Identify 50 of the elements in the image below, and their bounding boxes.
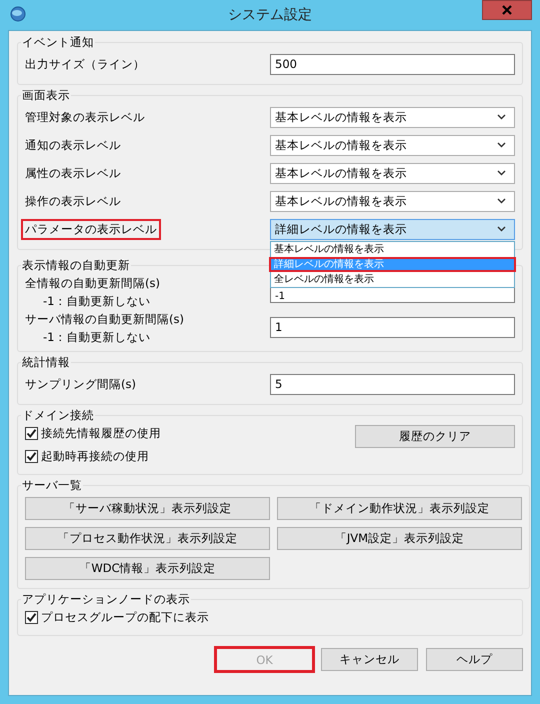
close-icon (502, 5, 512, 15)
dropdown[interactable]: 基本レベルの情報を表示 (270, 190, 515, 212)
field-label: サーバ情報の自動更新間隔(s) (24, 311, 185, 328)
field-label: 管理対象の表示レベル (24, 108, 146, 126)
group-title: アプリケーションノードの表示 (21, 592, 191, 607)
checkbox[interactable]: プロセスグループの配下に表示 (25, 610, 209, 625)
field-note: -1：自動更新しない (42, 330, 152, 345)
column-settings-button[interactable]: 「プロセス動作状況」表示列設定 (25, 527, 270, 550)
column-settings-button[interactable]: 「WDC情報」表示列設定 (25, 557, 270, 580)
dropdown-option[interactable]: 基本レベルの情報を表示 (269, 242, 516, 256)
column-settings-button[interactable]: 「ドメイン動作状況」表示列設定 (277, 497, 522, 520)
input-field[interactable]: 500 (270, 54, 515, 74)
group-title: ドメイン接続 (21, 408, 95, 423)
window-title: システム設定 (228, 6, 312, 24)
dialog-button[interactable]: キャンセル (321, 648, 418, 671)
field-label: 全情報の自動更新間隔(s) (24, 275, 161, 292)
field-label: 通知の表示レベル (24, 136, 122, 154)
field-label: 操作の表示レベル (24, 192, 122, 210)
input-field[interactable]: 1 (270, 316, 515, 338)
group-title: 統計情報 (21, 355, 71, 370)
column-settings-button[interactable]: 「JVM設定」表示列設定 (277, 527, 522, 550)
check-icon (26, 451, 37, 462)
dropdown[interactable]: 基本レベルの情報を表示 (270, 106, 515, 128)
dropdown[interactable]: 基本レベルの情報を表示 (270, 134, 515, 156)
field-note: -1：自動更新しない (42, 294, 152, 309)
dialog-button[interactable]: ヘルプ (426, 648, 523, 671)
close-button[interactable] (482, 0, 532, 20)
chevron-down-icon (497, 226, 506, 232)
checkbox[interactable]: 起動時再接続の使用 (25, 449, 161, 464)
chevron-down-icon (497, 142, 506, 148)
field-label: パラメータの表示レベル (21, 218, 161, 240)
field-label: 出力サイズ（ライン） (24, 56, 146, 72)
group-title: サーバ一覧 (21, 478, 83, 493)
dropdown[interactable]: 基本レベルの情報を表示 (270, 162, 515, 184)
group-title: 表示情報の自動更新 (21, 258, 131, 273)
globe-icon (10, 6, 26, 22)
chevron-down-icon (497, 114, 506, 120)
clear-history-button[interactable]: 履歴のクリア (355, 425, 515, 448)
group-title: イベント通知 (21, 35, 95, 50)
field-label: 属性の表示レベル (24, 164, 122, 182)
field-label: サンプリング間隔(s) (24, 376, 137, 392)
input-field[interactable]: 5 (270, 374, 515, 394)
check-icon (26, 428, 37, 439)
chevron-down-icon (497, 198, 506, 204)
column-settings-button[interactable]: 「サーバ稼動状況」表示列設定 (25, 497, 270, 520)
dropdown[interactable]: 詳細レベルの情報を表示 (270, 218, 515, 240)
checkbox[interactable]: 接続先情報履歴の使用 (25, 426, 161, 441)
group-title: 画面表示 (21, 88, 71, 103)
check-icon (26, 612, 37, 623)
chevron-down-icon (497, 170, 506, 176)
